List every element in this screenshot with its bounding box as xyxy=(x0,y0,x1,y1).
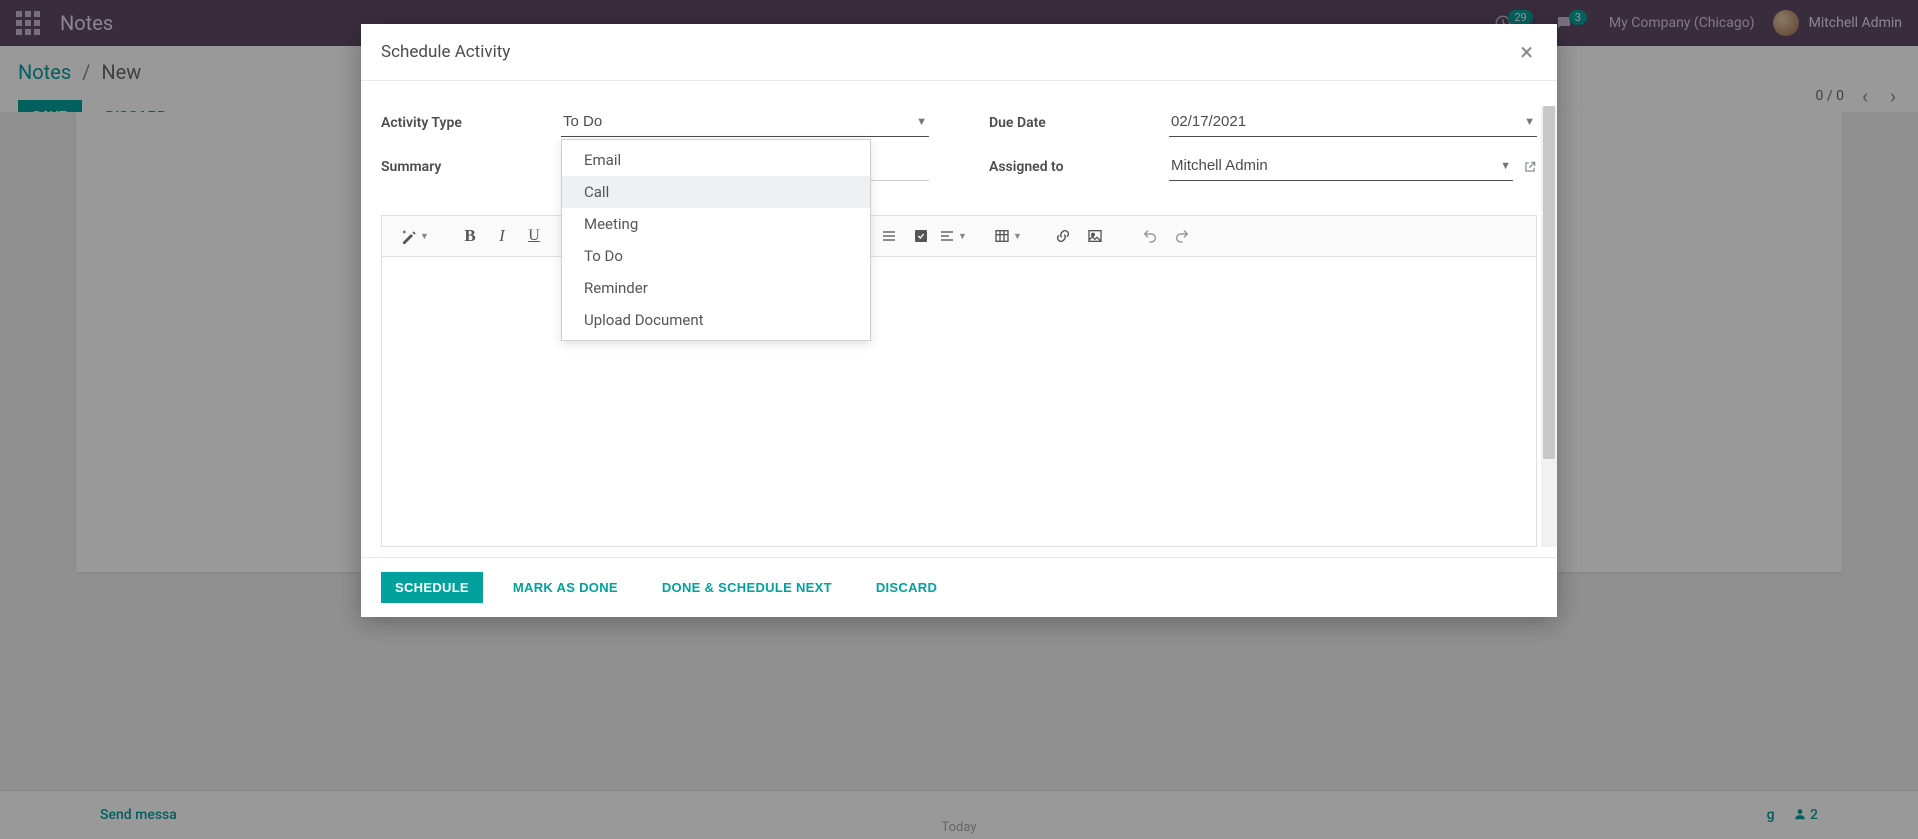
schedule-button[interactable]: Schedule xyxy=(381,572,483,603)
bold-icon[interactable]: B xyxy=(455,222,485,250)
activity-type-field[interactable]: ▼ xyxy=(561,109,929,137)
modal-header: Schedule Activity × xyxy=(361,24,1557,81)
modal-footer: Schedule Mark as Done Done & Schedule Ne… xyxy=(361,557,1557,617)
assigned-to-input[interactable] xyxy=(1169,153,1513,181)
assigned-to-field[interactable]: ▼ xyxy=(1169,153,1537,181)
activity-type-input[interactable] xyxy=(561,109,929,137)
underline-icon[interactable]: U xyxy=(519,222,549,250)
dropdown-option-meeting[interactable]: Meeting xyxy=(562,208,870,240)
dropdown-option-upload[interactable]: Upload Document xyxy=(562,304,870,336)
modal-scrollbar[interactable] xyxy=(1541,106,1557,547)
label-activity-type: Activity Type xyxy=(381,115,561,131)
modal-discard-button[interactable]: Discard xyxy=(862,572,951,603)
label-due-date: Due Date xyxy=(989,115,1169,131)
image-icon[interactable] xyxy=(1080,222,1110,250)
list-icon[interactable] xyxy=(874,222,904,250)
magic-icon[interactable]: ▼ xyxy=(400,222,430,250)
mark-done-button[interactable]: Mark as Done xyxy=(499,572,632,603)
done-schedule-next-button[interactable]: Done & Schedule Next xyxy=(648,572,846,603)
external-link-icon[interactable] xyxy=(1523,160,1537,174)
editor-area[interactable] xyxy=(381,257,1537,547)
align-icon[interactable]: ▼ xyxy=(938,222,968,250)
dropdown-option-call[interactable]: Call xyxy=(562,176,870,208)
redo-icon[interactable] xyxy=(1167,222,1197,250)
label-summary: Summary xyxy=(381,159,561,175)
due-date-input[interactable] xyxy=(1169,109,1537,137)
undo-icon[interactable] xyxy=(1135,222,1165,250)
due-date-field[interactable]: ▼ xyxy=(1169,109,1537,137)
table-icon[interactable]: ▼ xyxy=(993,222,1023,250)
close-icon[interactable]: × xyxy=(1516,40,1537,64)
modal-title: Schedule Activity xyxy=(381,42,510,62)
schedule-activity-modal: Schedule Activity × Activity Type ▼ Emai… xyxy=(361,24,1557,617)
italic-icon[interactable]: I xyxy=(487,222,517,250)
dropdown-option-email[interactable]: Email xyxy=(562,144,870,176)
modal-body: Activity Type ▼ Email Call Meeting To Do… xyxy=(361,81,1557,557)
dropdown-option-todo[interactable]: To Do xyxy=(562,240,870,272)
activity-type-dropdown: Email Call Meeting To Do Reminder Upload… xyxy=(561,139,871,341)
checklist-icon[interactable] xyxy=(906,222,936,250)
editor-toolbar: ▼ B I U ▼ xyxy=(381,215,1537,257)
dropdown-option-reminder[interactable]: Reminder xyxy=(562,272,870,304)
label-assigned-to: Assigned to xyxy=(989,159,1169,175)
link-icon[interactable] xyxy=(1048,222,1078,250)
